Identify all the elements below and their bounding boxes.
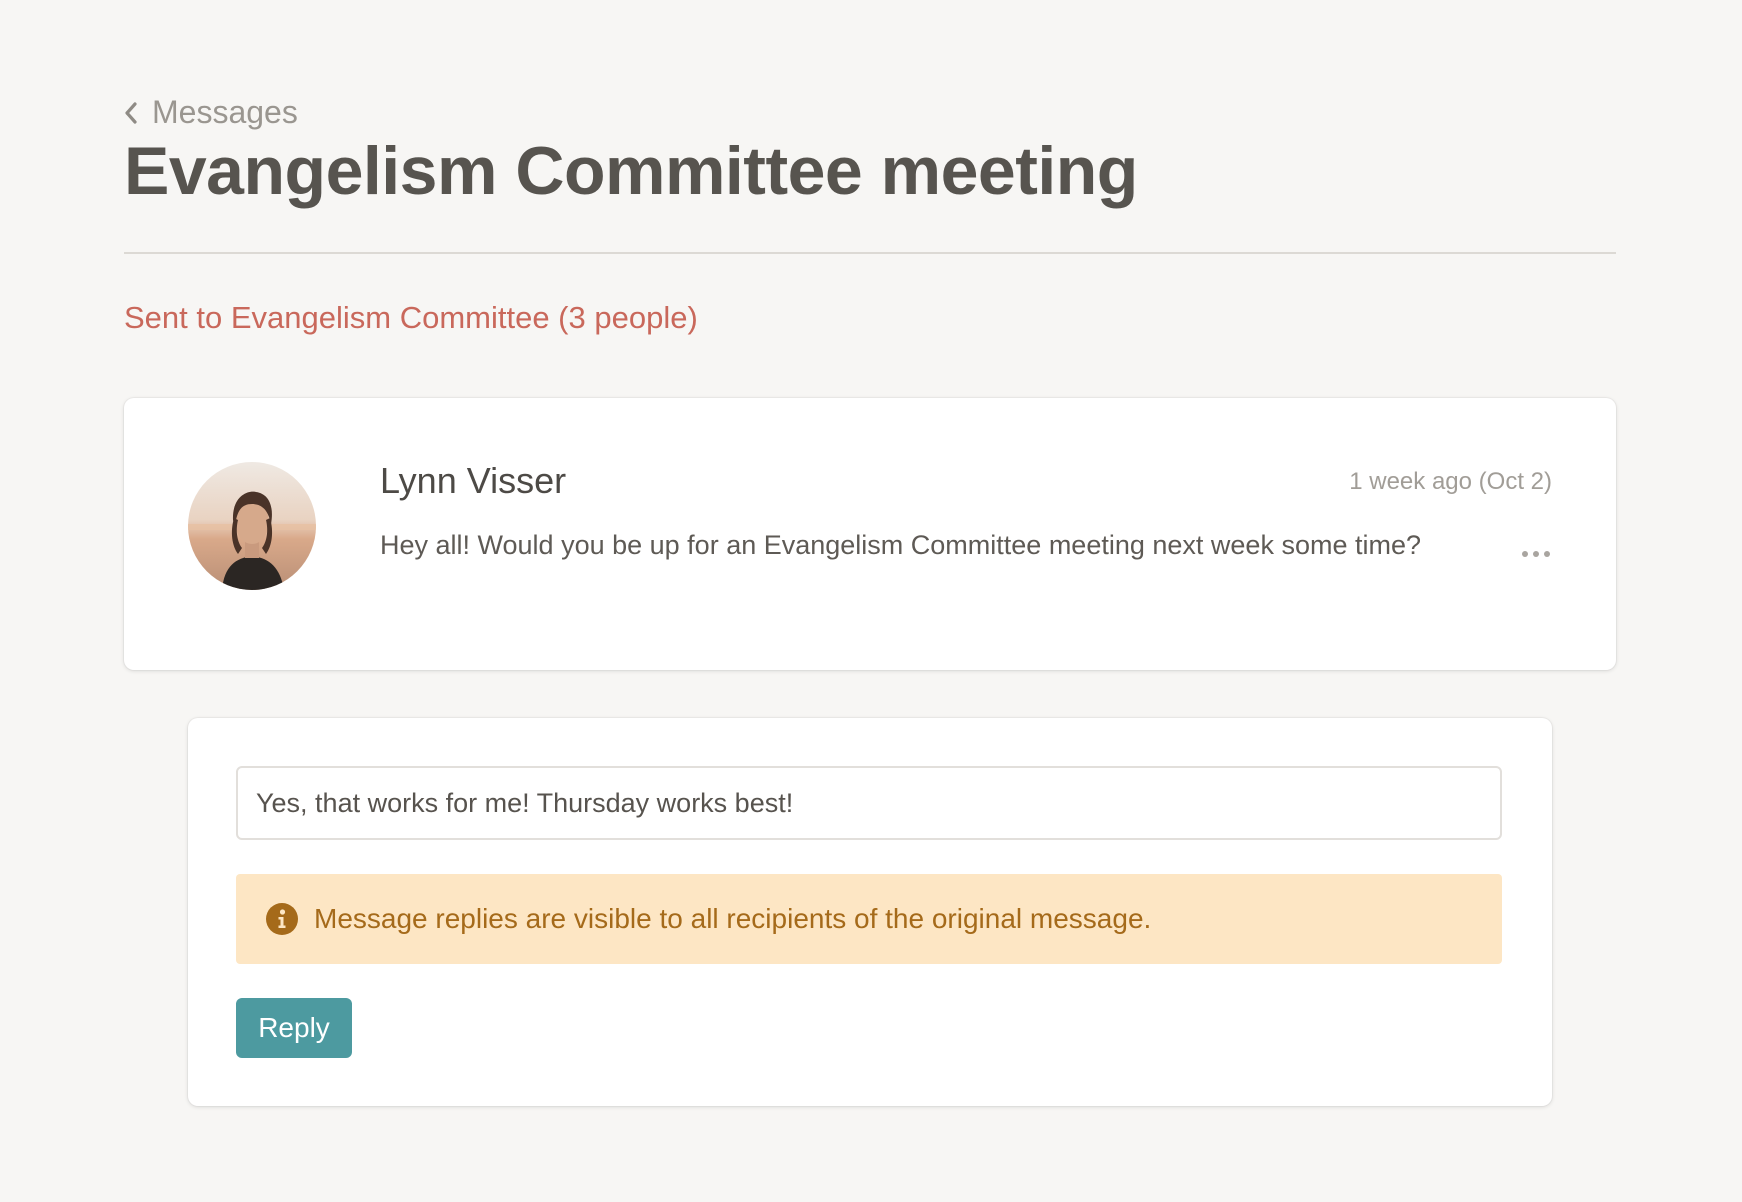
more-options-button[interactable] bbox=[1518, 544, 1554, 564]
info-icon bbox=[266, 903, 298, 935]
reply-input[interactable] bbox=[236, 766, 1502, 840]
reply-button[interactable]: Reply bbox=[236, 998, 352, 1058]
header-divider bbox=[124, 252, 1616, 254]
visibility-notice: Message replies are visible to all recip… bbox=[236, 874, 1502, 964]
avatar bbox=[188, 462, 316, 590]
message-card: Lynn Visser 1 week ago (Oct 2) Hey all! … bbox=[124, 398, 1616, 670]
notice-text: Message replies are visible to all recip… bbox=[314, 903, 1152, 934]
recipients-link[interactable]: Sent to Evangelism Committee (3 people) bbox=[124, 300, 698, 336]
chevron-left-icon bbox=[125, 101, 137, 124]
sender-avatar-photo bbox=[188, 462, 316, 590]
back-to-messages-link[interactable]: Messages bbox=[124, 94, 298, 131]
page-title: Evangelism Committee meeting bbox=[124, 133, 1138, 209]
message-body: Hey all! Would you be up for an Evangeli… bbox=[380, 530, 1421, 560]
more-horizontal-icon bbox=[1522, 551, 1550, 557]
message-timestamp: 1 week ago (Oct 2) bbox=[1349, 468, 1552, 495]
sender-name: Lynn Visser bbox=[380, 460, 567, 501]
reply-card: Message replies are visible to all recip… bbox=[188, 718, 1552, 1106]
back-link-label[interactable]: Messages bbox=[152, 94, 298, 131]
